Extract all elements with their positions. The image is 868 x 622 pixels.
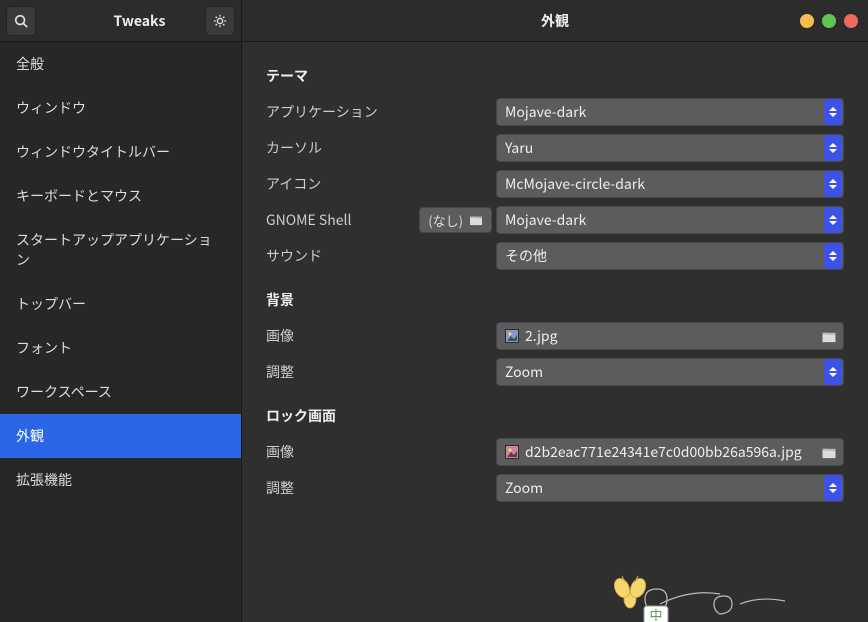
row-label: アプリケーション	[266, 102, 496, 122]
row-label: 調整	[266, 362, 496, 382]
sidebar-item-startup-apps[interactable]: スタートアップアプリケーション	[0, 218, 241, 282]
sidebar-item-label: スタートアップアプリケーション	[16, 230, 212, 270]
combo-value: その他	[505, 246, 547, 266]
header-left: Tweaks	[0, 0, 242, 41]
combo-lock-adjust[interactable]: Zoom	[496, 474, 844, 502]
shell-theme-file-button[interactable]: (なし)	[419, 207, 492, 233]
combo-cursor[interactable]: Yaru	[496, 134, 844, 162]
window-close[interactable]	[844, 14, 858, 28]
sidebar-item-label: 全般	[16, 54, 44, 74]
combo-arrow-icon	[824, 359, 842, 385]
gear-icon	[213, 14, 227, 28]
sidebar-item-window-titlebars[interactable]: ウィンドウタイトルバー	[0, 130, 241, 174]
combo-arrow-icon	[824, 475, 842, 501]
combo-value: Mojave-dark	[505, 102, 586, 122]
filechooser-bg-image[interactable]: 2.jpg	[496, 322, 844, 350]
combo-bg-adjust[interactable]: Zoom	[496, 358, 844, 386]
sidebar-item-label: 拡張機能	[16, 470, 72, 490]
combo-gnome-shell[interactable]: Mojave-dark	[496, 206, 844, 234]
content-pane: テーマ アプリケーション Mojave-dark カーソル Yaru アイコン	[242, 42, 868, 622]
folder-icon	[469, 214, 483, 226]
row-label: 画像	[266, 326, 496, 346]
search-button[interactable]	[6, 6, 36, 36]
sidebar-item-windows[interactable]: ウィンドウ	[0, 86, 241, 130]
row-gnome-shell: GNOME Shell (なし) Mojave-dark	[266, 204, 844, 236]
row-label: サウンド	[266, 246, 496, 266]
sidebar-item-workspaces[interactable]: ワークスペース	[0, 370, 241, 414]
row-label-text: GNOME Shell	[266, 210, 351, 230]
row-label: カーソル	[266, 138, 496, 158]
row-applications: アプリケーション Mojave-dark	[266, 96, 844, 128]
sidebar-item-general[interactable]: 全般	[0, 42, 241, 86]
header-right: 外観	[242, 0, 868, 41]
combo-value: Zoom	[505, 362, 543, 382]
row-label: 画像	[266, 442, 496, 462]
combo-arrow-icon	[824, 99, 842, 125]
section-title-theme: テーマ	[266, 66, 844, 86]
combo-value: Mojave-dark	[505, 210, 586, 230]
sidebar-item-fonts[interactable]: フォント	[0, 326, 241, 370]
combo-arrow-icon	[824, 243, 842, 269]
window-controls	[800, 14, 858, 28]
row-bg-adjust: 調整 Zoom	[266, 356, 844, 388]
combo-value: Yaru	[505, 138, 533, 158]
row-label: 調整	[266, 478, 496, 498]
sidebar-item-top-bar[interactable]: トップバー	[0, 282, 241, 326]
combo-arrow-icon	[824, 171, 842, 197]
row-cursor: カーソル Yaru	[266, 132, 844, 164]
folder-icon	[821, 446, 837, 459]
sidebar-item-appearance[interactable]: 外観	[0, 414, 241, 458]
window-maximize[interactable]	[822, 14, 836, 28]
sidebar-item-keyboard-mouse[interactable]: キーボードとマウス	[0, 174, 241, 218]
sidebar-item-label: ウィンドウ	[16, 98, 86, 118]
image-thumb-icon	[505, 329, 519, 343]
main-area: 全般 ウィンドウ ウィンドウタイトルバー キーボードとマウス スタートアップアプ…	[0, 42, 868, 622]
combo-applications[interactable]: Mojave-dark	[496, 98, 844, 126]
sidebar-item-extensions[interactable]: 拡張機能	[0, 458, 241, 502]
sidebar-item-label: ウィンドウタイトルバー	[16, 142, 170, 162]
sidebar-item-label: トップバー	[16, 294, 86, 314]
combo-arrow-icon	[824, 207, 842, 233]
ime-indicator-text: 中	[649, 605, 662, 622]
combo-icons[interactable]: McMojave-circle-dark	[496, 170, 844, 198]
row-label: GNOME Shell (なし)	[266, 207, 496, 233]
row-bg-image: 画像 2.jpg	[266, 320, 844, 352]
image-thumb-icon	[505, 445, 519, 459]
sidebar-item-label: フォント	[16, 338, 72, 358]
filechooser-value: d2b2eac771e24341e7c0d00bb26a596a.jpg	[525, 442, 802, 462]
sidebar-item-label: ワークスペース	[16, 382, 112, 402]
section-title-lockscreen: ロック画面	[266, 406, 844, 426]
combo-value: McMojave-circle-dark	[505, 174, 645, 194]
combo-sound[interactable]: その他	[496, 242, 844, 270]
row-lock-image: 画像 d2b2eac771e24341e7c0d00bb26a596a.jpg	[266, 436, 844, 468]
app-menu-button[interactable]	[205, 6, 235, 36]
row-lock-adjust: 調整 Zoom	[266, 472, 844, 504]
row-sound: サウンド その他	[266, 240, 844, 272]
sidebar-item-label: 外観	[16, 426, 44, 446]
combo-value: Zoom	[505, 478, 543, 498]
window-minimize[interactable]	[800, 14, 814, 28]
combo-arrow-icon	[824, 135, 842, 161]
filechooser-value: 2.jpg	[525, 326, 558, 346]
search-icon	[14, 14, 28, 28]
ime-indicator[interactable]: 中	[600, 574, 810, 622]
row-icons: アイコン McMojave-circle-dark	[266, 168, 844, 200]
sidebar-item-label: キーボードとマウス	[16, 186, 142, 206]
section-title-background: 背景	[266, 290, 844, 310]
page-title: 外観	[541, 11, 569, 31]
shell-theme-file-text: (なし)	[428, 211, 463, 230]
filechooser-lock-image[interactable]: d2b2eac771e24341e7c0d00bb26a596a.jpg	[496, 438, 844, 466]
header-bar: Tweaks 外観	[0, 0, 868, 42]
folder-icon	[821, 330, 837, 343]
sidebar: 全般 ウィンドウ ウィンドウタイトルバー キーボードとマウス スタートアップアプ…	[0, 42, 242, 622]
row-label: アイコン	[266, 174, 496, 194]
